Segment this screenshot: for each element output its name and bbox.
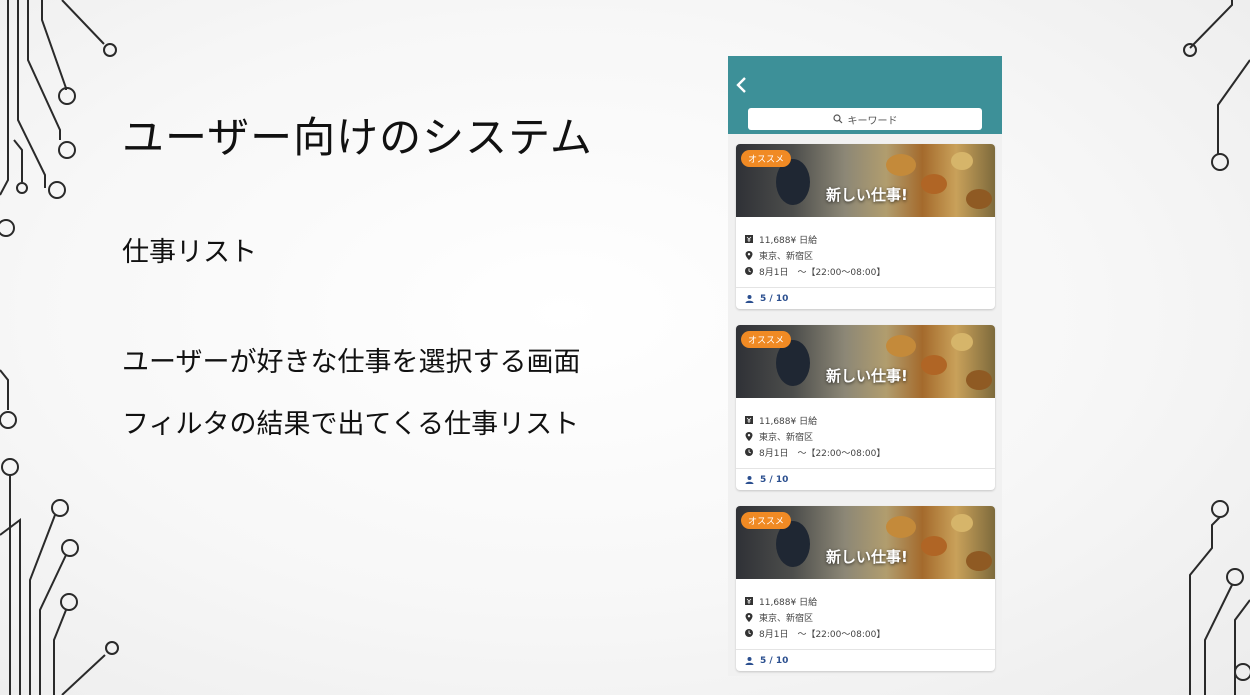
back-arrow-icon[interactable] [735,76,751,98]
capacity-count: 5 / 10 [760,293,789,304]
person-icon [743,294,755,303]
clock-icon [743,629,755,637]
job-list: オススメ 新しい仕事! 11,688¥ 日給 東京、新宿区 8月1日 ～【22:… [736,144,995,676]
location-pin-icon [743,612,755,622]
yen-icon [743,235,755,243]
clock-icon [743,448,755,456]
job-image: オススメ 新しい仕事! [736,144,995,217]
phone-mockup: キーワード オススメ 新しい仕事! 11,688¥ 日給 東京、新宿区 8月1日… [728,56,1002,676]
slide-bullet-list: ユーザーが好きな仕事を選択する画面 フィルタの結果で出てくる仕事リスト [122,332,580,456]
job-info: 11,688¥ 日給 東京、新宿区 8月1日 ～【22:00～08:00】 [736,398,995,469]
job-card[interactable]: オススメ 新しい仕事! 11,688¥ 日給 東京、新宿区 8月1日 ～【22:… [736,506,995,671]
job-title: 新しい仕事! [826,186,908,204]
job-card[interactable]: オススメ 新しい仕事! 11,688¥ 日給 東京、新宿区 8月1日 ～【22:… [736,144,995,309]
job-wage: 11,688¥ 日給 [759,235,818,246]
yen-icon [743,597,755,605]
location-pin-icon [743,250,755,260]
recommend-badge: オススメ [741,331,792,348]
job-info: 11,688¥ 日給 東京、新宿区 8月1日 ～【22:00～08:00】 [736,217,995,288]
job-wage: 11,688¥ 日給 [759,597,818,608]
slide-title: ユーザー向けのシステム [122,113,593,162]
search-icon [832,114,842,124]
recommend-badge: オススメ [741,150,792,167]
job-wage: 11,688¥ 日給 [759,416,818,427]
search-input[interactable]: キーワード [748,108,982,130]
person-icon [743,475,755,484]
app-header: キーワード [728,56,1002,134]
job-title: 新しい仕事! [826,548,908,566]
job-schedule: 8月1日 ～【22:00～08:00】 [759,448,886,459]
capacity-count: 5 / 10 [760,474,789,485]
job-capacity: 5 / 10 [736,469,995,490]
job-schedule: 8月1日 ～【22:00～08:00】 [759,267,886,278]
job-image: オススメ 新しい仕事! [736,325,995,398]
person-icon [743,656,755,665]
slide-subtitle: 仕事リスト [122,237,257,268]
capacity-count: 5 / 10 [760,655,789,666]
job-capacity: 5 / 10 [736,650,995,671]
search-placeholder: キーワード [847,115,898,127]
slide-bullet: フィルタの結果で出てくる仕事リスト [122,409,580,440]
slide-bullet: ユーザーが好きな仕事を選択する画面 [122,347,581,378]
job-title: 新しい仕事! [826,367,908,385]
recommend-badge: オススメ [741,512,792,529]
location-pin-icon [743,431,755,441]
job-location: 東京、新宿区 [759,432,814,443]
yen-icon [743,416,755,424]
job-image: オススメ 新しい仕事! [736,506,995,579]
job-schedule: 8月1日 ～【22:00～08:00】 [759,629,886,640]
job-info: 11,688¥ 日給 東京、新宿区 8月1日 ～【22:00～08:00】 [736,579,995,650]
job-location: 東京、新宿区 [759,251,814,262]
clock-icon [743,267,755,275]
job-location: 東京、新宿区 [759,613,814,624]
job-card[interactable]: オススメ 新しい仕事! 11,688¥ 日給 東京、新宿区 8月1日 ～【22:… [736,325,995,490]
job-capacity: 5 / 10 [736,288,995,309]
